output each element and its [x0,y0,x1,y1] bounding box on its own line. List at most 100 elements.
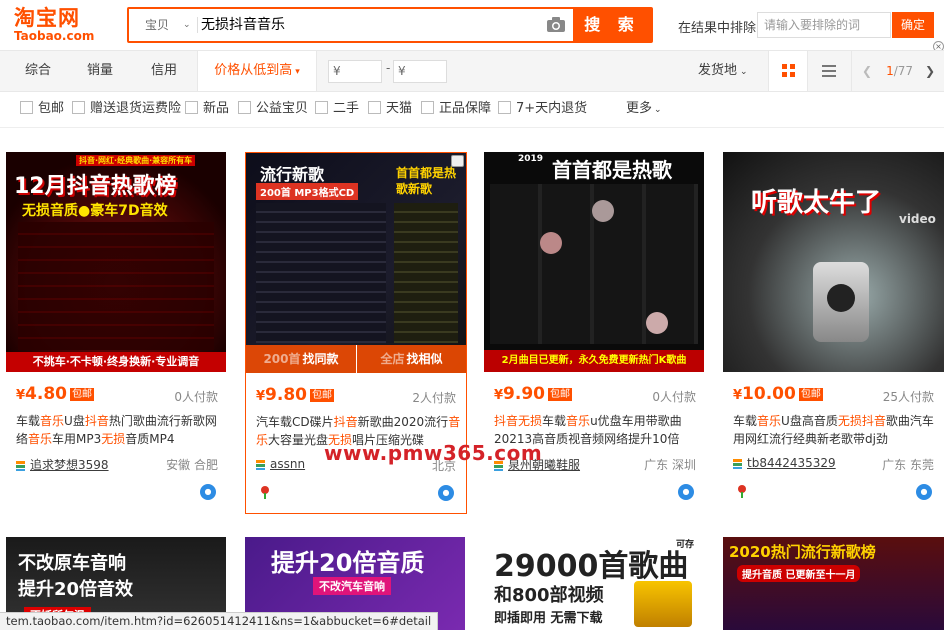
product-image[interactable]: 2020热门流行新歌榜 提升音质 已更新至十一月 [723,537,944,630]
title-keyword[interactable]: 音乐 [40,414,64,428]
search-button[interactable]: 搜 索 [573,9,651,41]
title-part[interactable]: 音质MP4 [125,432,174,446]
title-keyword[interactable]: 无损 [518,414,542,428]
image-headline: 提升20倍音质 [271,549,425,577]
title-part[interactable]: U盘 [64,414,85,428]
title-keyword[interactable]: 抖音 [862,414,886,428]
exclude-input[interactable]: 请输入要排除的词 [757,12,891,38]
filter-new[interactable]: 新品 [185,92,229,126]
title-keyword[interactable]: 音乐 [757,414,781,428]
title-keyword[interactable]: 音乐 [566,414,590,428]
image-headline: 29000首歌曲 [494,549,689,584]
title-part[interactable]: U盘高音质 [781,414,838,428]
more-label: 更多 [626,101,653,116]
filter-return-insurance[interactable]: 赠送退货运费险 [72,92,181,126]
location: 安徽 合肥 [166,458,218,472]
title-part[interactable]: 车载 [542,414,566,428]
product-image[interactable]: 流行新歌 200首 MP3格式CD 首首都是热歌新歌 200首 找同款 全店 找相似 [246,153,466,373]
filter-7day-return[interactable]: 7+天内退货 [498,92,587,126]
title-part[interactable]: 车载 [16,414,40,428]
title-part[interactable]: 汽车载CD碟片 [256,415,334,429]
ship-from-dropdown[interactable]: 发货地 ⌄ [698,51,748,92]
checkbox[interactable] [20,101,33,114]
currency: ¥ [256,389,266,404]
shop-name[interactable]: 追求梦想3598 [30,458,109,472]
title-keyword[interactable]: 无损 [101,432,125,446]
product-price: ¥4.80 包邮 [16,384,94,404]
lock-icon[interactable] [451,155,464,167]
free-shipping-badge: 包邮 [70,387,94,401]
logo-text-cn[interactable]: 淘宝网 [14,6,104,30]
sold-count: 2人付款 [412,391,456,405]
wangwang-chat-icon[interactable]: ● [678,484,694,500]
wangwang-chat-icon[interactable]: ● [916,484,932,500]
product-card[interactable]: 29000首歌曲 可存 和800部视频 即插即用 无需下载 [484,537,706,630]
image-subline: 不改汽车音响 [313,577,391,595]
chevron-left-icon[interactable]: ❮ [862,64,872,78]
exclude-confirm-button[interactable]: 确定 [892,12,934,38]
filter-second-hand[interactable]: 二手 [315,92,359,126]
filter-tmall[interactable]: 天猫 [368,92,412,126]
filters-more-button[interactable]: 更多 ⌄ [626,92,662,127]
product-image[interactable]: 抖音·网红·经典歌曲·兼容所有车 12月抖音热歌榜 无损音质●豪车7D音效 不挑… [6,152,226,372]
rose-icon [738,485,746,498]
search-type-dropdown[interactable]: 宝贝 ⌄ [129,9,197,41]
title-keyword[interactable]: 抖音 [334,415,358,429]
image-footer: 不挑车·不卡顿·终身换新·专业调音 [6,352,226,372]
title-keyword[interactable]: 音乐 [28,432,52,446]
camera-icon[interactable] [547,17,565,32]
search-box: 宝贝 ⌄ 无损抖音音乐 搜 索 [127,7,653,43]
checkbox[interactable] [238,101,251,114]
shop-icon [16,460,25,471]
filter-free-shipping[interactable]: 包邮 [20,92,64,126]
checkbox[interactable] [185,101,198,114]
grid-view-button[interactable] [768,51,808,91]
title-part[interactable]: 车用MP3 [52,432,101,446]
product-title[interactable]: 车载音乐U盘高音质无损抖音歌曲汽车用网红流行经典新老歌带dj劲 [733,412,938,448]
logo-text-en[interactable]: Taobao.com [14,30,104,42]
shop-link[interactable]: tb8442435329 [733,456,836,470]
taobao-logo[interactable]: 淘宝网 Taobao.com [14,6,104,44]
wangwang-chat-icon[interactable]: ● [200,484,216,500]
filter-charity[interactable]: 公益宝贝 [238,92,308,126]
search-input[interactable]: 无损抖音音乐 [201,9,571,41]
shop-name[interactable]: tb8442435329 [747,456,836,470]
title-part[interactable]: 车载 [733,414,757,428]
price-max-input[interactable]: ¥ [393,60,447,83]
checkbox[interactable] [498,101,511,114]
sort-tab-default[interactable]: 综合 [12,51,64,91]
sort-tab-credit[interactable]: 信用 [138,51,190,91]
sort-tab-sales[interactable]: 销量 [74,51,126,91]
title-keyword[interactable]: 抖音 [85,414,109,428]
checkbox[interactable] [421,101,434,114]
shop-name[interactable]: assnn [270,457,305,471]
product-card[interactable]: 抖音·网红·经典歌曲·兼容所有车 12月抖音热歌榜 无损音质●豪车7D音效 不挑… [6,152,228,514]
product-card[interactable]: 听歌太牛了 video ¥10.00 包邮 25人付款 车载音乐U盘高音质无损抖音… [723,152,944,514]
page-current: 1 [886,64,894,78]
checkbox[interactable] [72,101,85,114]
price-min-input[interactable]: ¥ [328,60,382,83]
find-same-button[interactable]: 200首 找同款 [246,345,356,373]
title-keyword[interactable]: 抖音 [494,414,518,428]
chevron-right-icon[interactable]: ❯ [925,64,935,78]
title-keyword[interactable]: 无损 [838,414,862,428]
title-part[interactable]: 新歌曲2020流行 [358,415,449,429]
checkbox[interactable] [315,101,328,114]
wangwang-chat-icon[interactable]: ● [438,485,454,501]
product-image[interactable]: 29000首歌曲 可存 和800部视频 即插即用 无需下载 [484,537,704,630]
find-similar-button[interactable]: 全店 找相似 [356,345,466,373]
filter-label: 7+天内退货 [516,101,588,116]
product-card[interactable]: 2020热门流行新歌榜 提升音质 已更新至十一月 [723,537,944,630]
checkbox[interactable] [368,101,381,114]
sort-tab-price-asc[interactable]: 价格从低到高 ▾ [197,51,317,91]
shop-link[interactable]: assnn [256,457,305,471]
product-title[interactable]: 车载音乐U盘抖音热门歌曲流行新歌网络音乐车用MP3无损音质MP4 [16,412,221,448]
sold-count: 0人付款 [174,390,218,404]
product-image[interactable]: 听歌太牛了 video [723,152,944,372]
list-view-button[interactable] [810,51,848,91]
filter-bar: 包邮 赠送退货运费险 新品 公益宝贝 二手 天猫 正品保障 7+天内退货 更多 ⌄ [0,92,944,128]
title-part[interactable]: 大容量光盘 [268,433,328,447]
shop-link[interactable]: 追求梦想3598 [16,456,109,473]
filter-genuine[interactable]: 正品保障 [421,92,491,126]
product-image[interactable]: 2019 首首都是热歌 2月曲目已更新，永久免费更新热门K歌曲 [484,152,704,372]
